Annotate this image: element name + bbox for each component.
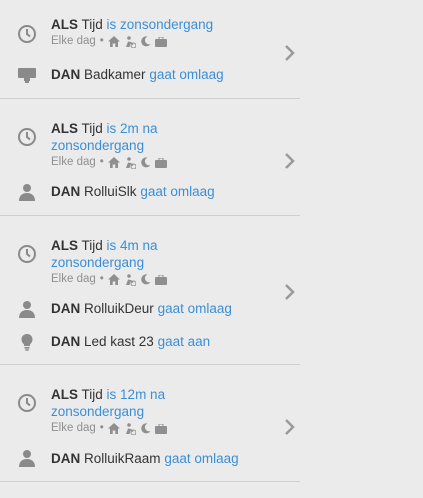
rule-condition: ALS Tijd is zonsondergang Elke dag • <box>51 16 231 49</box>
condition-keyword: ALS <box>51 238 78 253</box>
chevron-right-icon[interactable] <box>283 416 297 438</box>
clock-icon <box>17 244 37 264</box>
rule-condition: ALS Tijd is 2m na zonsondergang Elke dag… <box>51 120 231 170</box>
bullet: • <box>99 35 104 47</box>
divider <box>0 215 300 216</box>
home-icon <box>107 423 120 434</box>
clock-icon <box>17 393 37 413</box>
display-icon <box>17 65 37 85</box>
divider <box>0 364 300 365</box>
person-icon <box>17 448 37 468</box>
repeat-label: Elke dag <box>51 156 96 168</box>
action-value: gaat omlaag <box>164 451 239 466</box>
vacation-icon <box>154 157 167 168</box>
rule-action: DAN Badkamer gaat omlaag <box>51 66 231 83</box>
action-device: RolluiSlk <box>84 184 137 199</box>
bullet: • <box>99 156 104 168</box>
action-device: RolluikDeur <box>84 301 154 316</box>
action-value: gaat aan <box>157 334 211 349</box>
chevron-right-icon[interactable] <box>283 150 297 172</box>
action-keyword: DAN <box>51 184 81 199</box>
rule-condition: ALS Tijd is 4m na zonsondergang Elke dag… <box>51 237 231 287</box>
repeat-label: Elke dag <box>51 35 96 47</box>
condition-value: is zonsondergang <box>106 17 214 32</box>
action-value: gaat omlaag <box>140 184 215 199</box>
repeat-label: Elke dag <box>51 422 96 434</box>
action-device: Badkamer <box>84 67 146 82</box>
action-device: Led kast 23 <box>84 334 154 349</box>
condition-subject: Tijd <box>81 387 103 402</box>
night-icon <box>140 157 151 168</box>
person-icon <box>17 182 37 202</box>
condition-repeat-row: Elke dag • <box>51 34 231 49</box>
rule-action: DAN RolluikRaam gaat omlaag <box>51 450 239 467</box>
condition-keyword: ALS <box>51 17 78 32</box>
person-icon <box>17 299 37 319</box>
rule-action: DAN RolluikDeur gaat omlaag <box>51 300 232 317</box>
divider <box>0 481 300 482</box>
chevron-right-icon[interactable] <box>283 281 297 303</box>
night-icon <box>140 423 151 434</box>
condition-subject: Tijd <box>81 121 103 136</box>
bulb-icon <box>17 332 37 352</box>
condition-repeat-row: Elke dag • <box>51 421 231 436</box>
home-icon <box>107 36 120 47</box>
action-keyword: DAN <box>51 301 81 316</box>
home-icon <box>107 157 120 168</box>
action-device: RolluikRaam <box>84 451 161 466</box>
action-value: gaat omlaag <box>157 301 232 316</box>
vacation-icon <box>154 274 167 285</box>
action-keyword: DAN <box>51 67 81 82</box>
rule-action: DAN RolluiSlk gaat omlaag <box>51 183 231 200</box>
action-keyword: DAN <box>51 334 81 349</box>
condition-repeat-row: Elke dag • <box>51 155 231 170</box>
action-value: gaat omlaag <box>149 67 224 82</box>
clock-icon <box>17 24 37 44</box>
bullet: • <box>99 273 104 285</box>
condition-subject: Tijd <box>81 17 103 32</box>
night-icon <box>140 36 151 47</box>
condition-subject: Tijd <box>81 238 103 253</box>
bullet: • <box>99 422 104 434</box>
condition-keyword: ALS <box>51 387 78 402</box>
action-keyword: DAN <box>51 451 81 466</box>
condition-keyword: ALS <box>51 121 78 136</box>
clock-icon <box>17 127 37 147</box>
chevron-right-icon[interactable] <box>283 42 297 64</box>
divider <box>0 98 300 99</box>
away-icon <box>124 156 136 169</box>
vacation-icon <box>154 423 167 434</box>
rule-action: DAN Led kast 23 gaat aan <box>51 333 231 350</box>
repeat-label: Elke dag <box>51 273 96 285</box>
away-icon <box>124 273 136 286</box>
condition-repeat-row: Elke dag • <box>51 272 231 287</box>
vacation-icon <box>154 36 167 47</box>
away-icon <box>124 422 136 435</box>
home-icon <box>107 274 120 285</box>
away-icon <box>124 35 136 48</box>
night-icon <box>140 274 151 285</box>
rule-condition: ALS Tijd is 12m na zonsondergang Elke da… <box>51 386 231 436</box>
